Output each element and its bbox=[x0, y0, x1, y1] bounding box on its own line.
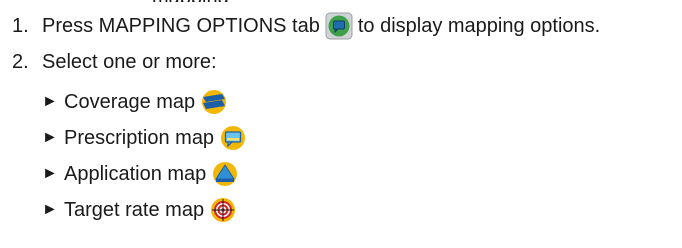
arrow-bullet-icon: ► bbox=[42, 129, 58, 146]
step-text-after: to display mapping options. bbox=[357, 15, 601, 37]
option-prescription-map: ► Prescription map bbox=[42, 124, 252, 152]
option-label: Prescription map bbox=[64, 127, 215, 149]
prescription-map-icon bbox=[219, 124, 247, 152]
step-2: 2. Select one or more: bbox=[12, 50, 217, 74]
mapping-options-tab-icon bbox=[325, 12, 353, 40]
target-rate-map-icon bbox=[209, 196, 237, 224]
arrow-bullet-icon: ► bbox=[42, 201, 58, 218]
step-number: 1. bbox=[12, 15, 29, 37]
step-text-before: Press MAPPING OPTIONS tab bbox=[42, 15, 320, 37]
step-text: Select one or more: bbox=[42, 51, 217, 73]
option-label: Target rate map bbox=[64, 199, 205, 221]
step-1: 1. Press MAPPING OPTIONS tab to display … bbox=[12, 12, 600, 40]
arrow-bullet-icon: ► bbox=[42, 165, 58, 182]
partial-heading: mapping bbox=[0, 0, 682, 2]
option-label: Coverage map bbox=[64, 91, 196, 113]
coverage-map-icon bbox=[200, 88, 228, 116]
step-number: 2. bbox=[12, 51, 29, 73]
option-application-map: ► Application map bbox=[42, 160, 244, 188]
option-target-rate-map: ► Target rate map bbox=[42, 196, 242, 224]
application-map-icon bbox=[211, 160, 239, 188]
arrow-bullet-icon: ► bbox=[42, 93, 58, 110]
option-coverage-map: ► Coverage map bbox=[42, 88, 233, 116]
option-label: Application map bbox=[64, 163, 207, 185]
